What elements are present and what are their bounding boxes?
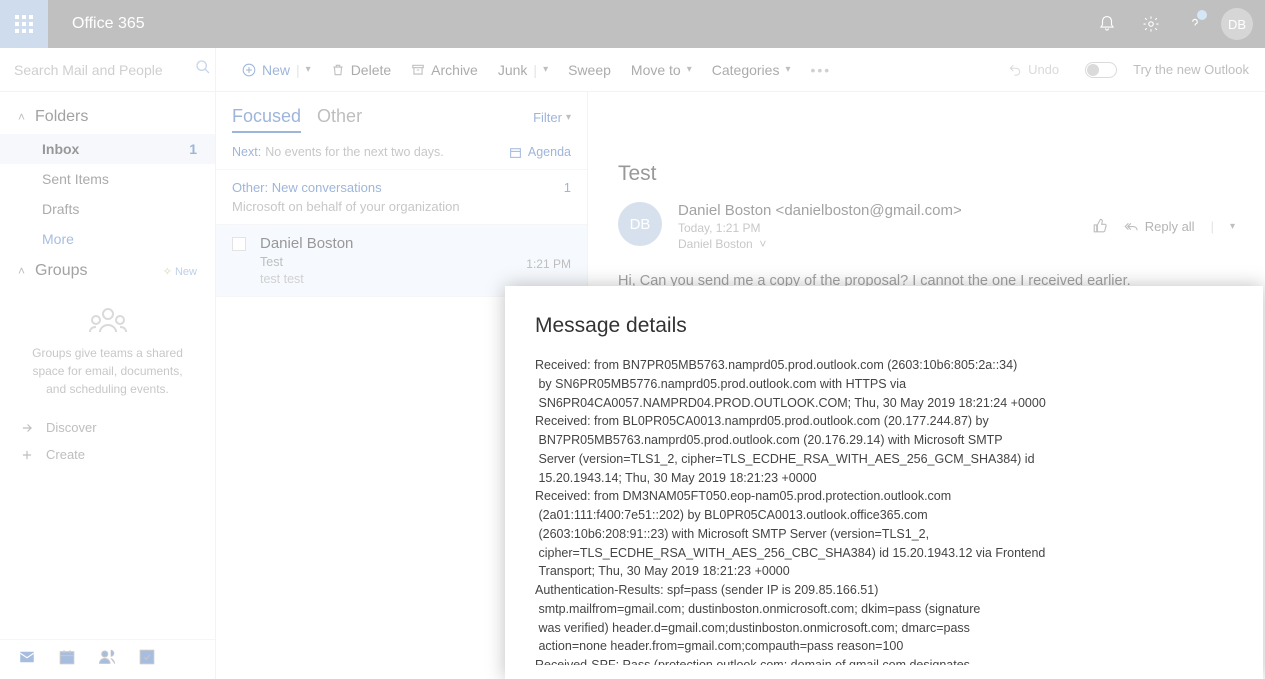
app-launcher-button[interactable]: [0, 0, 48, 48]
create-label: Create: [46, 447, 85, 462]
new-label: New: [262, 62, 290, 78]
folder-label: Drafts: [42, 201, 79, 217]
message-time: 1:21 PM: [526, 257, 571, 271]
folder-more[interactable]: More: [0, 224, 215, 254]
agenda-button[interactable]: Agenda: [509, 145, 571, 159]
people-module-icon[interactable]: [98, 648, 116, 671]
read-from: Daniel Boston <danielboston@gmail.com>: [678, 202, 1077, 219]
next-label: Next:: [232, 145, 261, 159]
agenda-label: Agenda: [528, 145, 571, 159]
groups-label: Groups: [35, 262, 87, 280]
details-raw[interactable]: Received: from BN7PR05MB5763.namprd05.pr…: [535, 356, 1233, 665]
folder-label: Inbox: [42, 141, 79, 157]
groups-blurb-text: Groups give teams a shared space for ema…: [32, 346, 183, 396]
other-title: Other: New conversations: [232, 180, 382, 195]
folder-label: More: [42, 231, 74, 247]
junk-label: Junk: [498, 62, 528, 78]
new-button[interactable]: New |▾: [232, 62, 321, 78]
message-checkbox[interactable]: [232, 237, 246, 251]
like-icon[interactable]: [1093, 218, 1108, 236]
other-conversations-row[interactable]: Other: New conversations Microsoft on be…: [216, 170, 587, 225]
sender-avatar: DB: [618, 202, 662, 246]
module-switcher: [0, 639, 215, 679]
reply-all-label: Reply all: [1145, 219, 1195, 234]
filter-button[interactable]: Filter ▾: [533, 110, 571, 125]
read-date: Today, 1:21 PM: [678, 221, 1077, 235]
settings-icon[interactable]: [1129, 0, 1173, 48]
groups-section[interactable]: ˄ Groups New: [0, 254, 215, 288]
discover-link[interactable]: Discover: [0, 414, 215, 441]
chevron-up-icon: ˄: [18, 110, 25, 124]
notifications-icon[interactable]: [1085, 0, 1129, 48]
help-icon[interactable]: [1173, 0, 1217, 48]
user-avatar[interactable]: DB: [1221, 8, 1253, 40]
calendar-module-icon[interactable]: [58, 648, 76, 671]
read-to: Daniel Boston ˅: [678, 237, 1077, 251]
groups-new-button[interactable]: New: [163, 265, 197, 278]
search-input[interactable]: [14, 62, 195, 78]
filter-label: Filter: [533, 110, 562, 125]
read-subject: Test: [588, 136, 1265, 202]
folder-drafts[interactable]: Drafts: [0, 194, 215, 224]
message-from: Daniel Boston: [260, 235, 571, 252]
next-text: No events for the next two days.: [265, 145, 444, 159]
message-preview: test test: [260, 272, 571, 286]
brand-label: Office 365: [72, 15, 145, 33]
tab-other[interactable]: Other: [317, 106, 362, 131]
reply-all-button[interactable]: Reply all: [1124, 219, 1195, 234]
other-count: 1: [564, 180, 571, 214]
folder-sent[interactable]: Sent Items: [0, 164, 215, 194]
top-bar: Office 365 DB: [0, 0, 1265, 48]
groups-blurb: Groups give teams a shared space for ema…: [0, 288, 215, 410]
message-details-dialog: Message details Received: from BN7PR05MB…: [505, 286, 1263, 679]
junk-button[interactable]: Junk |▾: [488, 62, 558, 78]
folders-label: Folders: [35, 108, 88, 126]
chevron-up-icon: ˄: [18, 264, 25, 278]
reply-menu-icon[interactable]: ▾: [1230, 221, 1235, 232]
search-icon[interactable]: [195, 59, 211, 80]
other-sub: Microsoft on behalf of your organization: [232, 199, 460, 214]
help-badge-icon: [1197, 10, 1207, 20]
mail-module-icon[interactable]: [18, 648, 36, 671]
folders-section[interactable]: ˄ Folders: [0, 100, 215, 134]
sidebar: ˄ Folders Inbox 1 Sent Items Drafts More…: [0, 48, 216, 679]
folder-count: 1: [189, 141, 197, 157]
tab-focused[interactable]: Focused: [232, 106, 301, 133]
delete-label: Delete: [351, 62, 391, 78]
tasks-module-icon[interactable]: [138, 648, 156, 671]
folder-inbox[interactable]: Inbox 1: [0, 134, 215, 164]
archive-button[interactable]: Archive: [401, 62, 488, 78]
create-link[interactable]: Create: [0, 441, 215, 468]
details-title: Message details: [535, 314, 1233, 338]
message-subject: Test: [260, 255, 571, 269]
folder-label: Sent Items: [42, 171, 109, 187]
archive-label: Archive: [431, 62, 478, 78]
delete-button[interactable]: Delete: [321, 62, 401, 78]
discover-label: Discover: [46, 420, 97, 435]
